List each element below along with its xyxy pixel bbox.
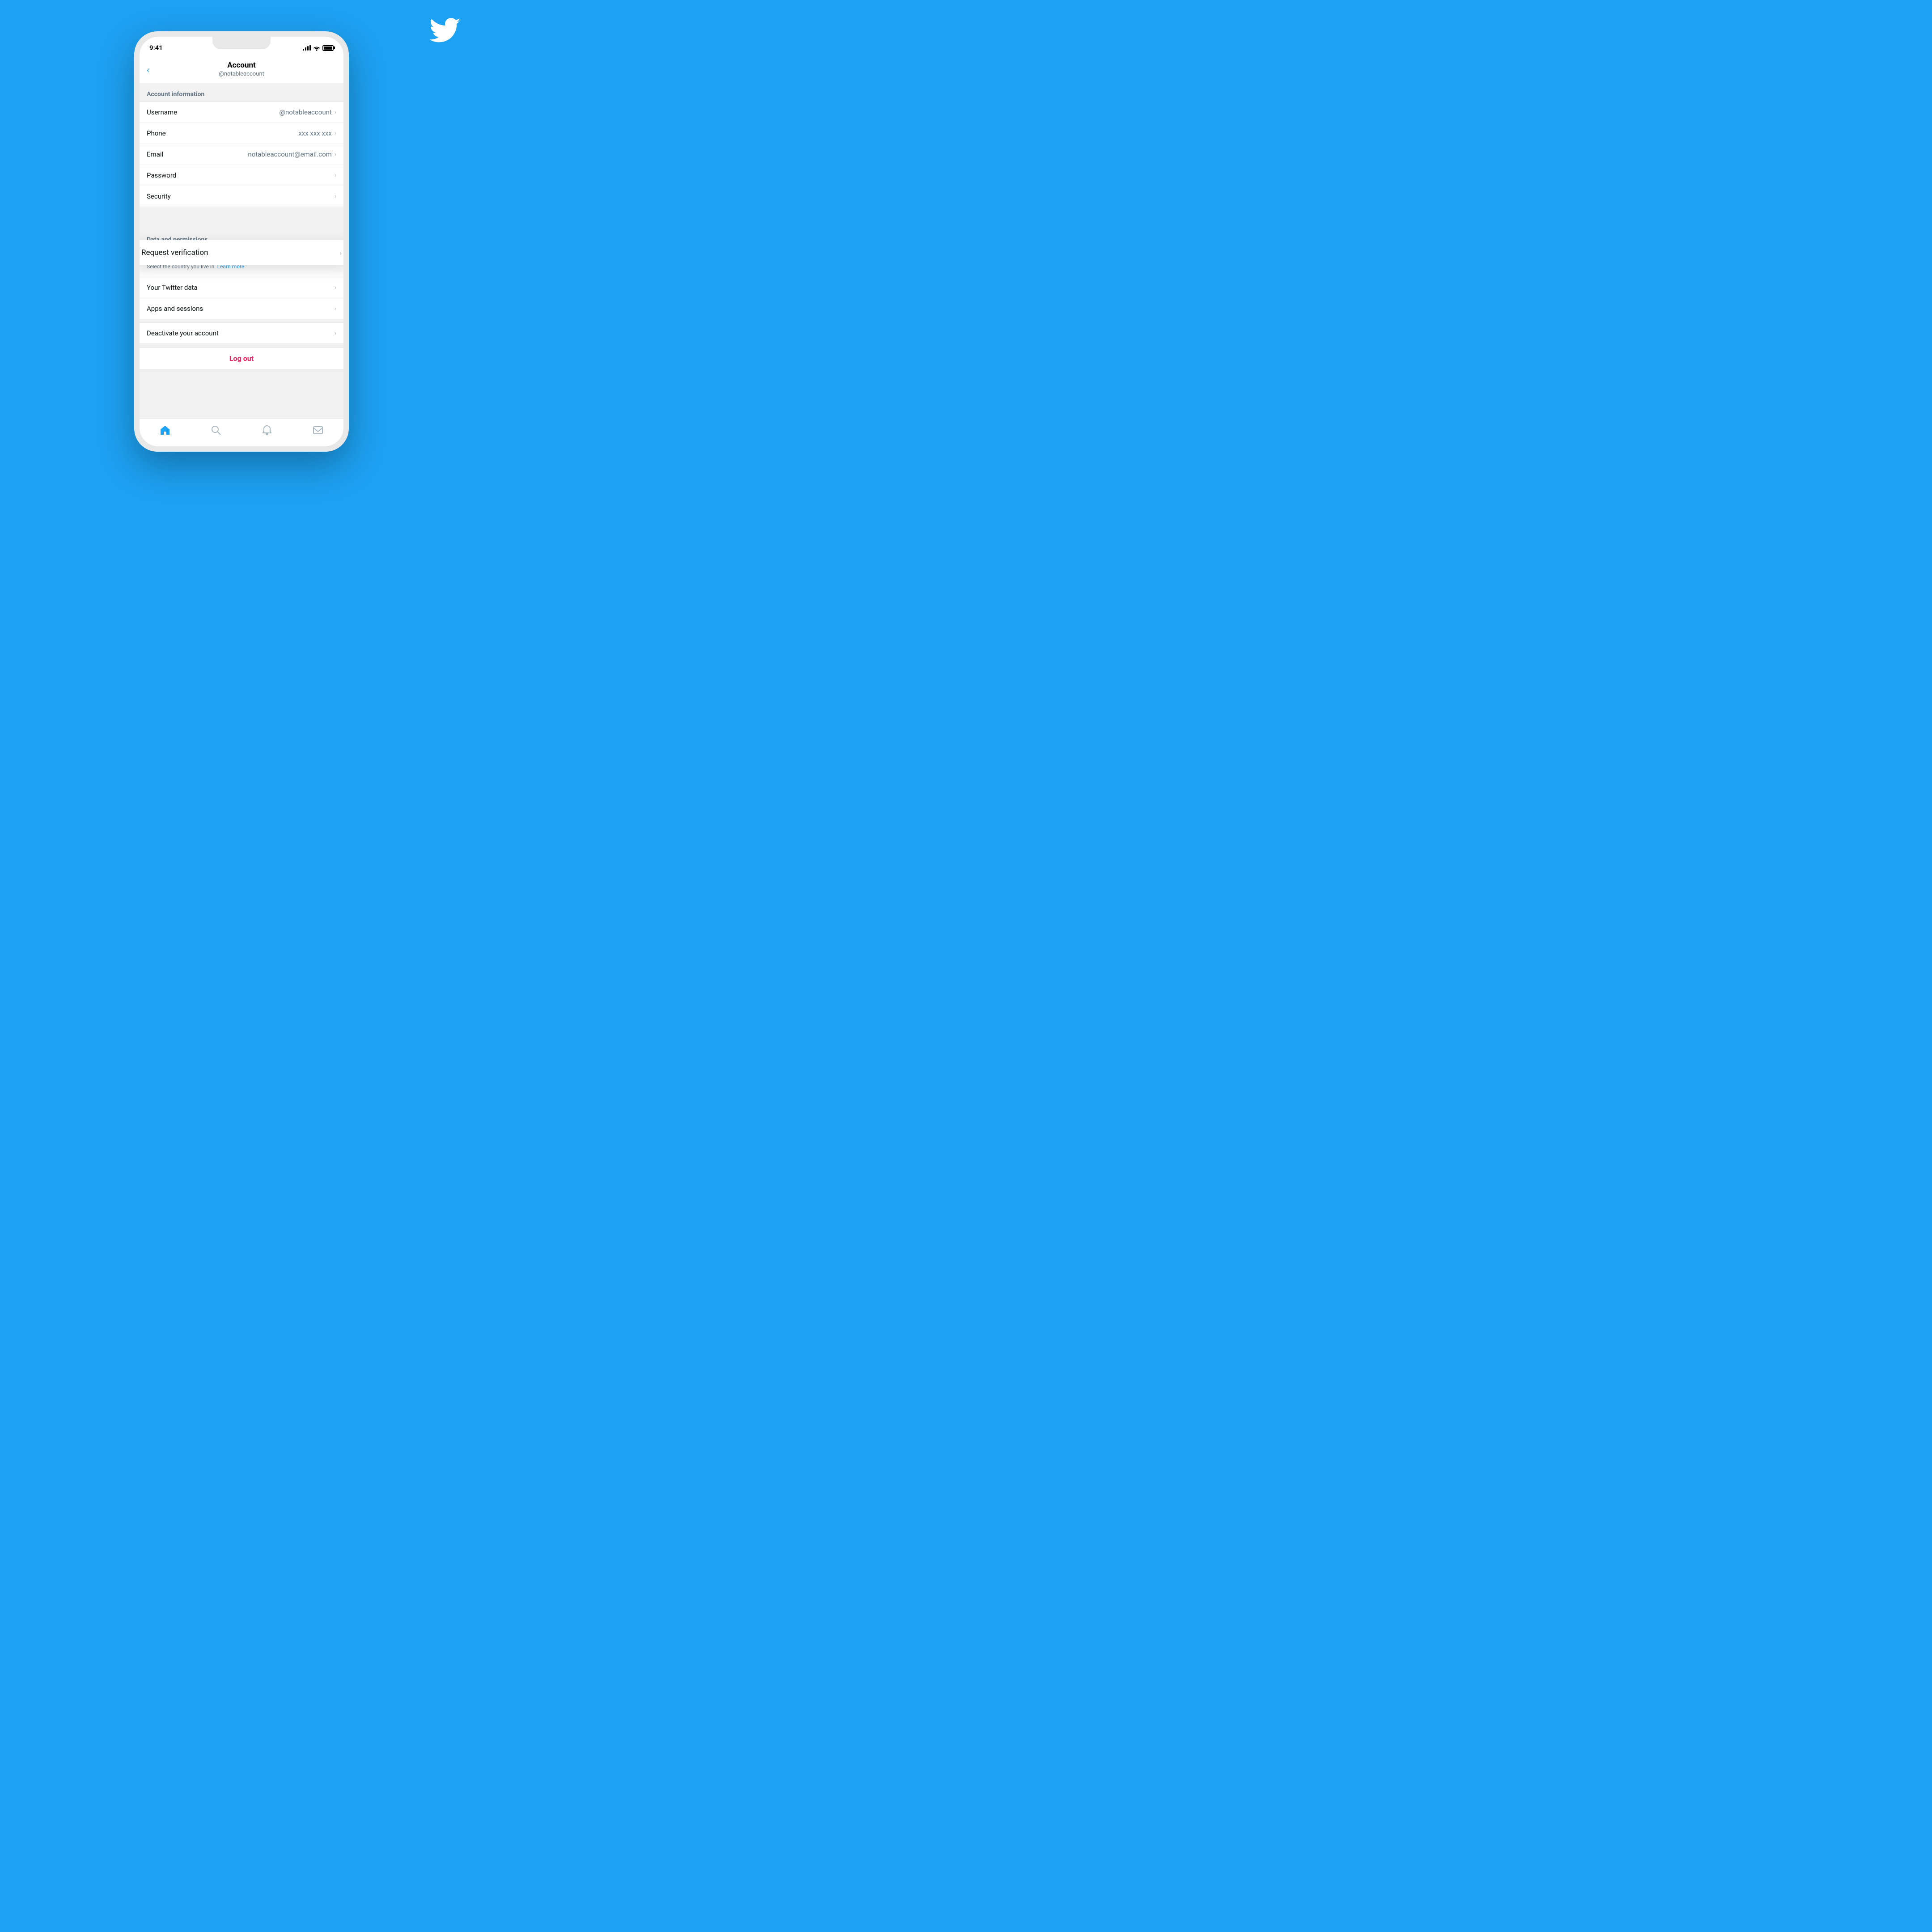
tab-home[interactable]: [153, 423, 178, 437]
email-right: notableaccount@email.com ›: [248, 150, 336, 158]
page-title: Account: [147, 61, 336, 70]
logout-section[interactable]: Log out: [140, 347, 343, 369]
deactivate-item[interactable]: Deactivate your account ›: [140, 323, 343, 343]
phone-frame: 9:41: [134, 31, 349, 452]
request-verification-chevron: ›: [339, 249, 342, 257]
apps-sessions-chevron: ›: [335, 305, 336, 312]
security-label: Security: [147, 192, 171, 200]
phone-notch: [212, 37, 271, 49]
password-right: ›: [335, 172, 336, 179]
deactivate-label: Deactivate your account: [147, 329, 219, 337]
tab-messages[interactable]: [305, 423, 330, 437]
phone-screen: 9:41: [140, 37, 343, 446]
phone-device: 9:41: [134, 31, 349, 452]
security-item[interactable]: Security ›: [140, 186, 343, 207]
twitter-data-chevron: ›: [335, 284, 336, 291]
phone-right: xxx xxx xxx ›: [298, 129, 336, 137]
logout-button[interactable]: Log out: [229, 354, 254, 363]
email-chevron: ›: [335, 151, 336, 158]
account-handle: @notableaccount: [147, 71, 336, 77]
username-right: @notableaccount ›: [280, 108, 337, 116]
email-item[interactable]: Email notableaccount@email.com ›: [140, 144, 343, 165]
back-button[interactable]: ‹: [147, 64, 149, 75]
password-item[interactable]: Password ›: [140, 165, 343, 186]
phone-value: xxx xxx xxx: [298, 129, 331, 137]
wifi-icon: [313, 45, 320, 51]
twitter-data-right: ›: [335, 284, 336, 291]
tab-bar: [140, 418, 343, 446]
nav-header: ‹ Account @notableaccount: [140, 56, 343, 83]
email-label: Email: [147, 150, 163, 158]
notifications-icon: [262, 425, 272, 436]
apps-sessions-label: Apps and sessions: [147, 305, 203, 313]
password-label: Password: [147, 171, 176, 179]
twitter-data-label: Your Twitter data: [147, 284, 198, 292]
signal-icon: [303, 45, 311, 51]
email-value: notableaccount@email.com: [248, 150, 331, 158]
username-label: Username: [147, 108, 177, 116]
deactivate-right: ›: [335, 330, 336, 337]
username-value: @notableaccount: [280, 108, 332, 116]
search-icon: [211, 425, 221, 436]
phone-chevron: ›: [335, 130, 336, 137]
tab-search[interactable]: [203, 423, 229, 437]
battery-icon: [322, 45, 334, 51]
security-chevron: ›: [335, 193, 336, 200]
status-time: 9:41: [149, 44, 163, 52]
twitter-data-item[interactable]: Your Twitter data ›: [140, 277, 343, 298]
request-verification-label: Request verification: [141, 248, 208, 257]
deactivate-chevron: ›: [335, 330, 336, 337]
deactivate-section: Deactivate your account ›: [140, 322, 343, 344]
username-chevron: ›: [335, 109, 336, 116]
status-icons: [303, 45, 334, 51]
phone-item[interactable]: Phone xxx xxx xxx ›: [140, 123, 343, 144]
scroll-area: Account information Username @notableacc…: [140, 83, 343, 369]
account-info-section-header: Account information: [140, 83, 343, 102]
username-item[interactable]: Username @notableaccount ›: [140, 102, 343, 123]
account-info-label: Account information: [147, 91, 204, 98]
account-info-list: Username @notableaccount › Phone xxx xxx…: [140, 102, 343, 207]
messages-icon: [313, 425, 323, 436]
tab-notifications[interactable]: [254, 423, 280, 437]
request-verification-card[interactable]: Request verification ›: [140, 240, 343, 265]
twitter-logo: [429, 18, 461, 43]
password-chevron: ›: [335, 172, 336, 179]
home-icon: [160, 425, 170, 436]
apps-sessions-item[interactable]: Apps and sessions ›: [140, 298, 343, 319]
apps-sessions-right: ›: [335, 305, 336, 312]
security-right: ›: [335, 193, 336, 200]
phone-label: Phone: [147, 129, 166, 137]
